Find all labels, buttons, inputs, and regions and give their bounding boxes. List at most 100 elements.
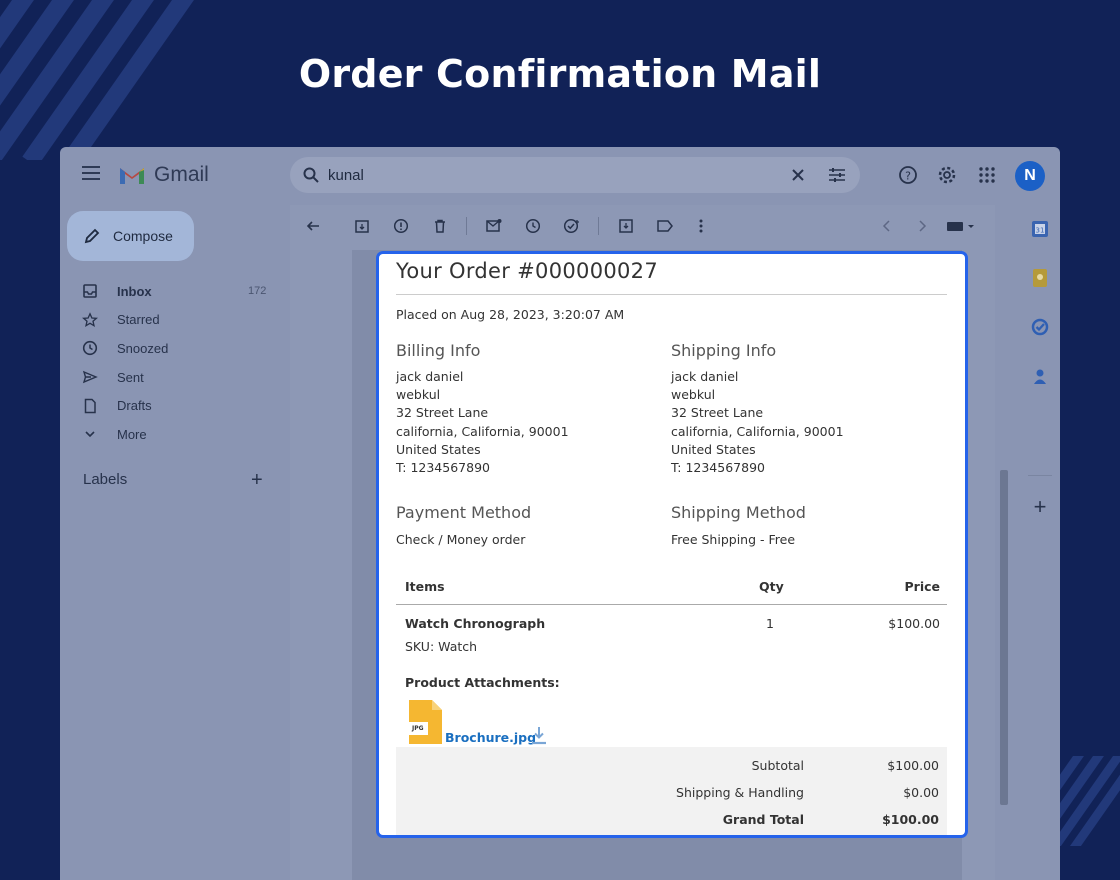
add-addon-icon[interactable]: + <box>1028 494 1052 519</box>
compose-label: Compose <box>113 228 173 244</box>
sidebar-item-starred[interactable]: Starred <box>80 306 270 335</box>
toolbar-divider <box>598 217 599 235</box>
keyboard-icon[interactable] <box>945 215 979 237</box>
account-avatar[interactable]: N <box>1015 161 1045 191</box>
contacts-icon[interactable] <box>1028 365 1052 389</box>
decorative-stripes-bottom-right <box>1060 756 1120 846</box>
billing-heading: Billing Info <box>396 341 481 360</box>
address-line: 32 Street Lane <box>396 405 489 421</box>
address-line: california, California, 90001 <box>671 423 844 439</box>
pencil-icon <box>84 228 100 244</box>
column-header-qty: Qty <box>759 579 784 594</box>
side-panel-rail: 31 + <box>1020 205 1060 880</box>
column-header-price: Price <box>904 579 941 594</box>
clear-search-icon[interactable] <box>787 164 809 186</box>
shipping-heading: Shipping Info <box>671 341 777 360</box>
order-placed-date: Placed on Aug 28, 2023, 3:20:07 AM <box>396 307 625 322</box>
shipping-address: jack daniel webkul 32 Street Lane califo… <box>671 368 844 477</box>
shipping-method-value: Free Shipping - Free <box>671 532 796 547</box>
grand-total-value: $100.00 <box>882 812 939 827</box>
subtotal-value: $100.00 <box>887 758 939 773</box>
label-tag-icon[interactable] <box>654 215 676 237</box>
report-spam-icon[interactable] <box>390 215 412 237</box>
title-divider <box>396 294 947 295</box>
address-line: United States <box>396 441 481 457</box>
chevron-right-icon[interactable] <box>911 215 933 237</box>
address-line: webkul <box>671 387 716 403</box>
file-type-label: JPG <box>412 725 424 732</box>
address-line: T: 1234567890 <box>671 460 765 476</box>
download-icon[interactable] <box>530 725 548 745</box>
sidebar-item-label: Drafts <box>117 398 152 414</box>
column-header-items: Items <box>405 579 445 594</box>
email-toolbar <box>290 205 995 245</box>
toolbar-divider <box>466 217 467 235</box>
sidebar-item-sent[interactable]: Sent <box>80 363 270 392</box>
search-options-icon[interactable] <box>826 164 848 186</box>
add-task-icon[interactable] <box>561 215 583 237</box>
search-bar[interactable]: kunal <box>290 157 860 193</box>
item-sku: SKU: Watch <box>405 639 478 654</box>
send-icon <box>80 367 100 387</box>
jpg-file-icon[interactable]: JPG <box>409 700 442 744</box>
gmail-brand-text: Gmail <box>154 163 209 186</box>
apps-grid-icon[interactable] <box>976 164 998 186</box>
sidebar-item-drafts[interactable]: Drafts <box>80 391 270 420</box>
scrollbar-thumb[interactable] <box>1000 470 1008 805</box>
move-to-icon[interactable] <box>615 215 637 237</box>
menu-icon[interactable] <box>82 166 100 180</box>
order-title: Your Order #000000027 <box>396 259 659 283</box>
svg-text:31: 31 <box>1036 227 1045 235</box>
mark-unread-icon[interactable] <box>483 215 505 237</box>
chevron-down-icon <box>80 424 100 444</box>
back-arrow-icon[interactable] <box>302 215 324 237</box>
sidebar-item-more[interactable]: More <box>80 420 270 449</box>
search-icon[interactable] <box>302 166 320 184</box>
payment-method-heading: Payment Method <box>396 503 532 522</box>
sidebar-item-inbox[interactable]: Inbox 172 <box>80 277 270 306</box>
sidebar-item-label: More <box>117 426 147 442</box>
address-line: jack daniel <box>396 369 464 384</box>
more-vert-icon[interactable] <box>690 215 712 237</box>
help-icon[interactable]: ? <box>897 164 919 186</box>
item-qty: 1 <box>766 616 774 631</box>
svg-text:?: ? <box>905 170 911 183</box>
draft-icon <box>80 396 100 416</box>
address-line: california, California, 90001 <box>396 423 569 439</box>
order-email-card: Your Order #000000027 Placed on Aug 28, … <box>376 251 968 838</box>
tasks-icon[interactable] <box>1028 315 1052 339</box>
gmail-m-icon <box>120 168 144 184</box>
payment-method-value: Check / Money order <box>396 532 526 547</box>
billing-address: jack daniel webkul 32 Street Lane califo… <box>396 368 569 477</box>
sidebar-item-label: Snoozed <box>117 340 169 356</box>
gmail-header: Gmail kunal ? N <box>60 147 1060 205</box>
chevron-left-icon[interactable] <box>876 215 898 237</box>
attachments-heading: Product Attachments: <box>405 675 560 690</box>
settings-gear-icon[interactable] <box>936 164 958 186</box>
order-totals: Subtotal $100.00 Shipping & Handling $0.… <box>396 747 947 835</box>
address-line: 32 Street Lane <box>671 405 764 421</box>
search-input[interactable]: kunal <box>328 167 364 184</box>
shipping-method-heading: Shipping Method <box>671 503 806 522</box>
address-line: webkul <box>396 387 441 403</box>
hero-title: Order Confirmation Mail <box>298 52 822 96</box>
gmail-logo[interactable]: Gmail <box>118 163 209 187</box>
clock-icon <box>80 338 100 358</box>
calendar-icon[interactable]: 31 <box>1028 217 1052 241</box>
archive-icon[interactable] <box>351 215 373 237</box>
shipping-handling-label: Shipping & Handling <box>676 785 804 800</box>
keep-notes-icon[interactable] <box>1028 266 1052 290</box>
snooze-clock-icon[interactable] <box>522 215 544 237</box>
inbox-count: 172 <box>248 285 267 298</box>
items-header-divider <box>396 604 947 605</box>
sidebar-item-label: Sent <box>117 369 144 385</box>
inbox-icon <box>80 281 100 301</box>
address-line: United States <box>671 441 756 457</box>
delete-icon[interactable] <box>429 215 451 237</box>
address-line: T: 1234567890 <box>396 460 490 476</box>
attachment-link[interactable]: Brochure.jpg <box>445 730 536 745</box>
sidebar-item-snoozed[interactable]: Snoozed <box>80 334 270 363</box>
item-name: Watch Chronograph <box>405 616 546 631</box>
add-label-icon[interactable]: + <box>251 469 263 492</box>
compose-button[interactable]: Compose <box>67 211 194 261</box>
